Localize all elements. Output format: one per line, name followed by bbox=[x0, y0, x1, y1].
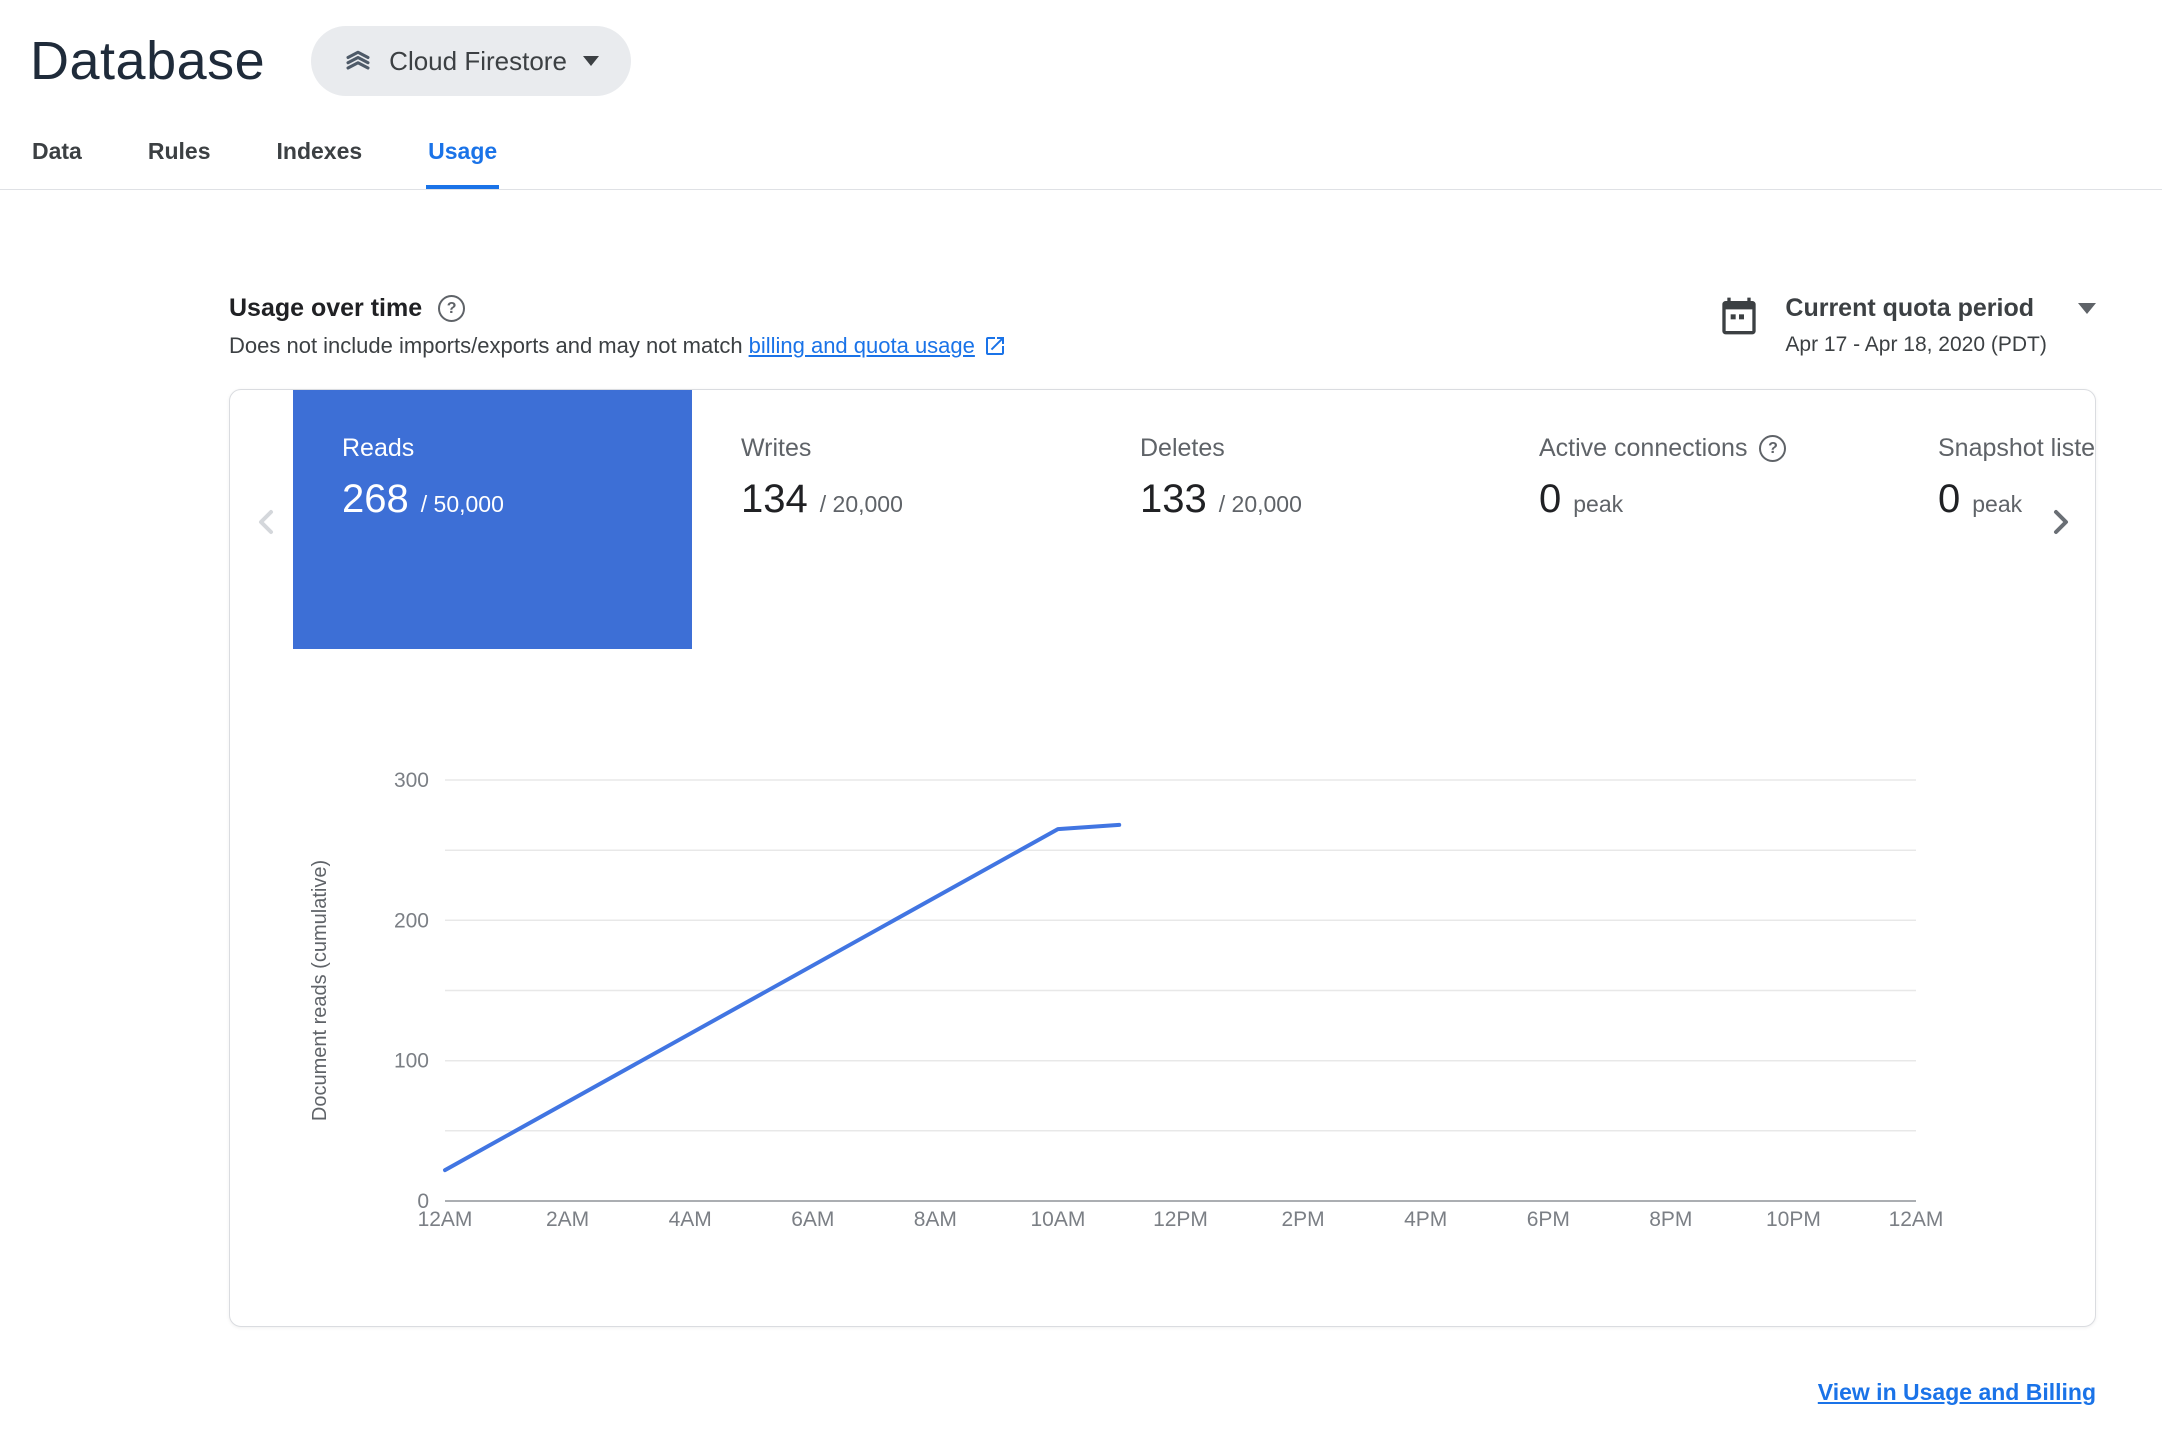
metric-value: 0 bbox=[1539, 477, 1562, 521]
usage-chart: 010020030012AM 2AM 4AM 6AM 8AM 10AM 12PM 2PM 4PM… bbox=[309, 769, 1944, 1231]
metric-value: 134 bbox=[741, 477, 808, 521]
product-selector-label: Cloud Firestore bbox=[389, 45, 567, 76]
section-subtitle: Does not include imports/exports and may… bbox=[229, 333, 1007, 359]
metric-limit: peak bbox=[1972, 491, 2023, 517]
help-icon[interactable]: ? bbox=[1759, 435, 1787, 462]
metric-limit: / 20,000 bbox=[819, 491, 903, 517]
external-link-icon bbox=[983, 334, 1007, 358]
quota-period-label: Current quota period bbox=[1785, 294, 2034, 322]
y-axis-title: Document reads (cumulative) bbox=[309, 860, 331, 1121]
metric-label: Reads bbox=[342, 434, 415, 462]
subtitle-text: Does not include imports/exports and may… bbox=[229, 333, 743, 358]
view-usage-billing-link[interactable]: View in Usage and Billing bbox=[1818, 1379, 2096, 1405]
calendar-icon bbox=[1719, 296, 1759, 336]
x-tick-label: 10PM bbox=[1766, 1208, 1821, 1231]
chevron-down-icon bbox=[582, 56, 599, 66]
page-header: Database Cloud Firestore bbox=[0, 0, 2162, 96]
x-tick-label: 12PM bbox=[1153, 1208, 1208, 1231]
metric-label: Snapshot listeners bbox=[1938, 434, 2096, 462]
x-tick-label: 12AM bbox=[418, 1208, 473, 1231]
metric-limit: / 20,000 bbox=[1218, 491, 1302, 517]
usage-line-series bbox=[443, 822, 1122, 1173]
x-tick-label: 10AM bbox=[1030, 1208, 1085, 1231]
metric-limit: peak bbox=[1573, 491, 1624, 517]
quota-period-block: Current quota period Apr 17 - Apr 18, 20… bbox=[1719, 294, 2096, 357]
x-tick-label: 2AM bbox=[546, 1208, 589, 1231]
billing-quota-link[interactable]: billing and quota usage bbox=[749, 333, 975, 359]
usage-card: Reads 268 / 50,000 Writes 134 / 20,000 D… bbox=[229, 389, 2096, 1327]
y-tick-label: 100 bbox=[394, 1050, 429, 1073]
firestore-icon bbox=[343, 46, 373, 76]
chevron-left-icon[interactable] bbox=[246, 502, 286, 547]
page-title: Database bbox=[30, 31, 266, 91]
x-tick-label: 8AM bbox=[914, 1208, 957, 1231]
tab-bar: Data Rules Indexes Usage bbox=[0, 128, 2162, 190]
metric-tab-snapshot-listeners[interactable]: Snapshot listeners 0 peak bbox=[1889, 390, 2096, 649]
x-tick-label: 6AM bbox=[791, 1208, 834, 1231]
tab-data[interactable]: Data bbox=[30, 128, 84, 189]
x-tick-label: 4PM bbox=[1404, 1208, 1447, 1231]
chevron-down-icon bbox=[2078, 303, 2096, 314]
quota-period-range: Apr 17 - Apr 18, 2020 (PDT) bbox=[1785, 333, 2047, 356]
metric-value: 0 bbox=[1938, 477, 1961, 521]
metric-label: Active connections bbox=[1539, 434, 1748, 462]
section-title: Usage over time bbox=[229, 294, 423, 322]
footer: View in Usage and Billing bbox=[229, 1379, 2096, 1406]
usage-section-header: Usage over time ? Does not include impor… bbox=[229, 294, 2096, 359]
x-tick-label: 8PM bbox=[1649, 1208, 1692, 1231]
metric-tab-reads[interactable]: Reads 268 / 50,000 bbox=[293, 390, 692, 649]
y-tick-label: 200 bbox=[394, 909, 429, 932]
tab-usage[interactable]: Usage bbox=[426, 128, 500, 189]
metric-value: 268 bbox=[342, 477, 409, 521]
product-selector[interactable]: Cloud Firestore bbox=[311, 26, 631, 96]
metric-value: 133 bbox=[1140, 477, 1207, 521]
metric-tab-active-connections[interactable]: Active connections ? 0 peak bbox=[1490, 390, 1889, 649]
y-tick-label: 300 bbox=[394, 769, 429, 792]
metric-tabs: Reads 268 / 50,000 Writes 134 / 20,000 D… bbox=[293, 390, 2096, 649]
firestore-usage-page: Database Cloud Firestore Data Rules Inde… bbox=[0, 0, 2162, 1456]
metric-tab-deletes[interactable]: Deletes 133 / 20,000 bbox=[1091, 390, 1490, 649]
metric-label: Deletes bbox=[1140, 434, 1225, 462]
x-tick-label: 12AM bbox=[1889, 1208, 1944, 1231]
x-tick-label: 2PM bbox=[1282, 1208, 1325, 1231]
metric-limit: / 50,000 bbox=[420, 491, 504, 517]
x-tick-label: 6PM bbox=[1527, 1208, 1570, 1231]
help-icon[interactable]: ? bbox=[438, 295, 466, 322]
quota-period-select[interactable]: Current quota period bbox=[1785, 294, 2096, 323]
metric-tab-writes[interactable]: Writes 134 / 20,000 bbox=[692, 390, 1091, 649]
tab-rules[interactable]: Rules bbox=[146, 128, 213, 189]
tab-indexes[interactable]: Indexes bbox=[275, 128, 365, 189]
metric-label: Writes bbox=[741, 434, 812, 462]
usage-title-block: Usage over time ? Does not include impor… bbox=[229, 294, 1007, 359]
x-tick-label: 4AM bbox=[669, 1208, 712, 1231]
